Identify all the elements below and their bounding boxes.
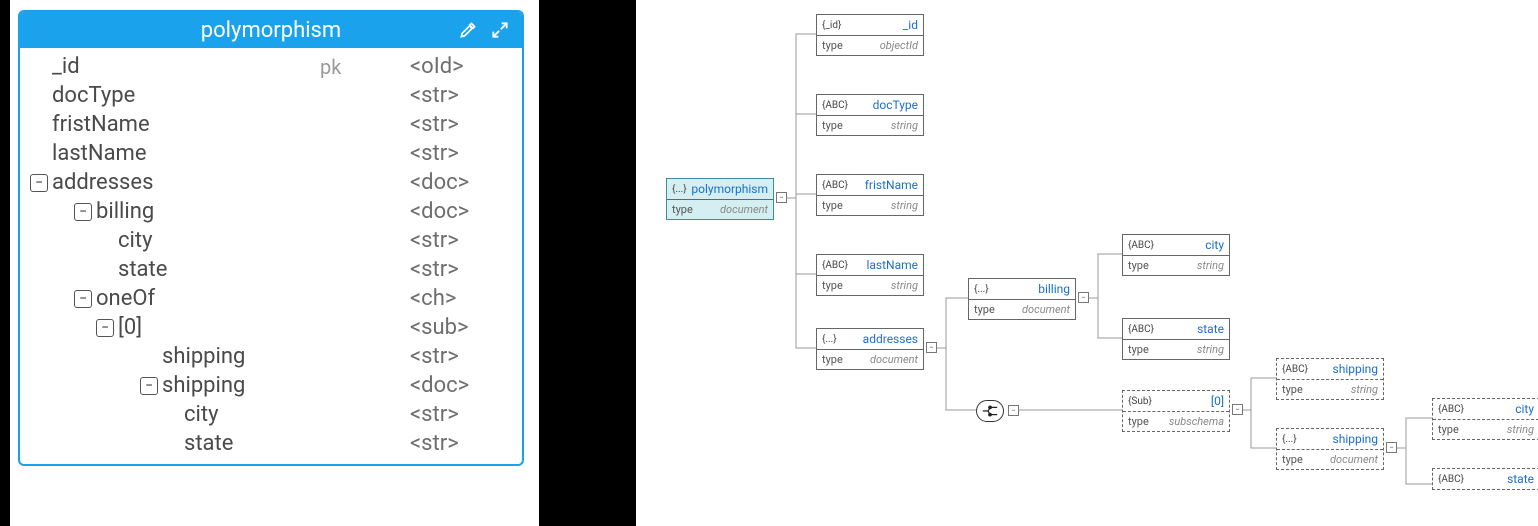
field-type: <str> xyxy=(410,228,512,253)
node-addresses[interactable]: {...}addresses typedocument xyxy=(816,328,924,370)
field-name: shipping xyxy=(30,344,320,369)
field-name: −[0] xyxy=(30,315,320,340)
tree-diagram: {...}polymorphism typedocument − {_id}_i… xyxy=(636,0,1538,526)
node-doctype[interactable]: {ABC}docType typestring xyxy=(816,94,924,136)
field-key: pk xyxy=(320,55,410,79)
field-type: <ch> xyxy=(410,286,512,311)
expand-icon[interactable] xyxy=(490,20,510,46)
field-row[interactable]: −[0] <sub> xyxy=(30,313,512,342)
field-name: state xyxy=(30,431,320,456)
collapse-toggle-icon[interactable]: − xyxy=(74,290,92,308)
field-type: <str> xyxy=(410,257,512,282)
field-type: <doc> xyxy=(410,199,512,224)
field-type: <doc> xyxy=(410,170,512,195)
field-type: <str> xyxy=(410,431,512,456)
panel-title: polymorphism xyxy=(201,18,341,43)
field-name: −oneOf xyxy=(30,286,320,311)
collapse-toggle-icon[interactable]: − xyxy=(74,203,92,221)
node-state[interactable]: {ABC}state typestring xyxy=(1122,318,1230,360)
toggle-icon[interactable]: − xyxy=(1386,442,1397,453)
field-name: city xyxy=(30,402,320,427)
field-row[interactable]: −shipping <doc> xyxy=(30,371,512,400)
field-type: <str> xyxy=(410,112,512,137)
field-row[interactable]: fristName <str> xyxy=(30,110,512,139)
field-row[interactable]: lastName <str> xyxy=(30,139,512,168)
divider-black-bar xyxy=(539,0,636,526)
toggle-icon[interactable]: − xyxy=(1008,405,1019,416)
field-row[interactable]: −addresses <doc> xyxy=(30,168,512,197)
field-type: <str> xyxy=(410,141,512,166)
field-list: _idpk<oId>docType<str>fristName<str>last… xyxy=(20,48,522,464)
field-name: −shipping xyxy=(30,373,320,398)
field-name: −addresses xyxy=(30,170,320,195)
field-name: docType xyxy=(30,83,320,108)
field-row[interactable]: state <str> xyxy=(30,429,512,458)
field-row[interactable]: city <str> xyxy=(30,400,512,429)
node-lastname[interactable]: {ABC}lastName typestring xyxy=(816,254,924,296)
field-row[interactable]: city <str> xyxy=(30,226,512,255)
left-black-strip xyxy=(0,0,10,526)
toggle-icon[interactable]: − xyxy=(1078,292,1089,303)
field-type: <str> xyxy=(410,344,512,369)
node-billing[interactable]: {...}billing typedocument xyxy=(968,278,1076,320)
field-type: <oId> xyxy=(410,54,512,79)
connector-wires xyxy=(636,0,1538,526)
node-polymorphism[interactable]: {...}polymorphism typedocument xyxy=(666,178,774,220)
node-state2[interactable]: {ABC}state xyxy=(1432,468,1538,490)
field-row[interactable]: −billing <doc> xyxy=(30,197,512,226)
field-type: <doc> xyxy=(410,373,512,398)
panel-header: polymorphism xyxy=(20,12,522,48)
field-type: <str> xyxy=(410,402,512,427)
field-name: −billing xyxy=(30,199,320,224)
eyedropper-icon[interactable] xyxy=(458,20,478,46)
field-name: fristName xyxy=(30,112,320,137)
schema-panel: polymorphism _idpk<oId>docType<str>frist… xyxy=(18,10,524,466)
collapse-toggle-icon[interactable]: − xyxy=(96,319,114,337)
node-sub0[interactable]: {Sub}[0] typesubschema xyxy=(1122,390,1230,432)
field-row[interactable]: −oneOf <ch> xyxy=(30,284,512,313)
node-shipping-doc[interactable]: {...}shipping typedocument xyxy=(1276,428,1384,470)
field-row[interactable]: docType <str> xyxy=(30,81,512,110)
collapse-toggle-icon[interactable]: − xyxy=(140,377,158,395)
node-shipping-str[interactable]: {ABC}shipping typestring xyxy=(1276,358,1384,400)
field-name: state xyxy=(30,257,320,282)
node-fristname[interactable]: {ABC}fristName typestring xyxy=(816,174,924,216)
toggle-icon[interactable]: − xyxy=(776,192,787,203)
node-city[interactable]: {ABC}city typestring xyxy=(1122,234,1230,276)
field-name: _id xyxy=(30,54,320,79)
field-row[interactable]: _idpk<oId> xyxy=(30,52,512,81)
field-name: city xyxy=(30,228,320,253)
node-id[interactable]: {_id}_id typeobjectId xyxy=(816,14,924,56)
oneof-icon[interactable] xyxy=(976,400,1004,422)
toggle-icon[interactable]: − xyxy=(926,342,937,353)
field-type: <str> xyxy=(410,83,512,108)
toggle-icon[interactable]: − xyxy=(1232,404,1243,415)
collapse-toggle-icon[interactable]: − xyxy=(30,174,48,192)
field-name: lastName xyxy=(30,141,320,166)
node-city2[interactable]: {ABC}city typestring xyxy=(1432,398,1538,440)
field-row[interactable]: shipping <str> xyxy=(30,342,512,371)
field-type: <sub> xyxy=(410,315,512,340)
field-row[interactable]: state <str> xyxy=(30,255,512,284)
